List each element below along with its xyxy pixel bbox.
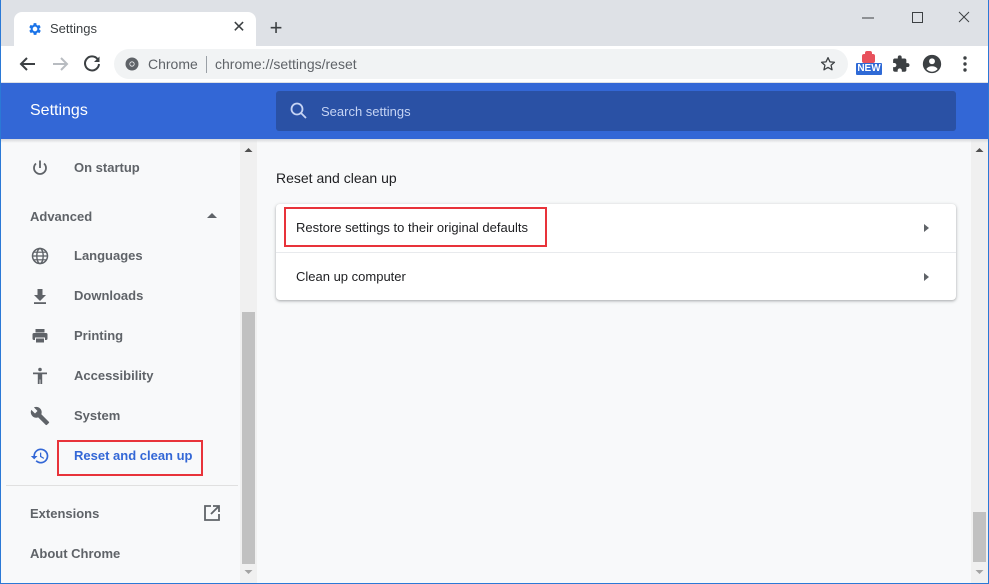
sidebar: On startup Advanced Languages Downloads … (1, 139, 240, 583)
row-label: Clean up computer (296, 269, 406, 284)
new-badge: NEW (856, 63, 882, 75)
restore-defaults-row[interactable]: Restore settings to their original defau… (276, 204, 956, 252)
main-scrollbar-thumb[interactable] (973, 512, 986, 562)
sidebar-item-languages[interactable]: Languages (1, 236, 240, 276)
main-scrollbar[interactable] (971, 139, 988, 583)
section-title: Reset and clean up (276, 170, 397, 186)
sidebar-item-label: Printing (74, 328, 124, 343)
chevron-up-icon[interactable] (205, 211, 219, 221)
sidebar-item-label: System (74, 408, 121, 423)
minimize-icon[interactable] (853, 6, 883, 30)
camera-icon (862, 51, 875, 63)
restore-icon (30, 448, 49, 464)
scroll-up-arrow-icon[interactable] (244, 145, 253, 155)
sidebar-scrollbar[interactable] (240, 139, 257, 583)
sidebar-scrollbar-thumb[interactable] (242, 312, 255, 564)
sidebar-item-label: Accessibility (74, 368, 154, 383)
search-box[interactable] (276, 91, 956, 131)
sidebar-item-printing[interactable]: Printing (1, 316, 240, 356)
arrow-right-icon (924, 273, 929, 281)
account-circle-icon[interactable] (921, 53, 943, 75)
chrome-icon (125, 57, 139, 71)
scroll-up-arrow-icon[interactable] (975, 145, 984, 155)
star-icon[interactable] (819, 55, 837, 73)
site-name: Chrome (148, 56, 198, 72)
page-title: Settings (30, 102, 88, 119)
search-icon (290, 102, 307, 119)
arrow-right-icon (924, 224, 929, 232)
arrow-right-icon[interactable] (48, 52, 72, 76)
tab-title: Settings (50, 21, 97, 36)
sidebar-item-accessibility[interactable]: Accessibility (1, 356, 240, 396)
puzzle-icon[interactable] (890, 53, 912, 75)
sidebar-item-label: On startup (74, 160, 140, 175)
sidebar-item-label: Reset and clean up (74, 448, 193, 463)
sidebar-item-about-chrome[interactable]: About Chrome (30, 546, 120, 561)
clean-up-computer-row[interactable]: Clean up computer (276, 252, 956, 300)
download-icon (34, 289, 46, 304)
sidebar-item-label: Languages (74, 248, 143, 263)
row-label: Restore settings to their original defau… (296, 220, 528, 235)
maximize-icon[interactable] (902, 6, 932, 30)
browser-toolbar: Chrome chrome://settings/reset NEW (1, 46, 988, 82)
scroll-down-arrow-icon[interactable] (975, 567, 984, 577)
arrow-left-icon[interactable] (16, 52, 40, 76)
reload-icon[interactable] (80, 52, 104, 76)
sidebar-item-extensions[interactable]: Extensions (30, 506, 99, 521)
printer-icon (32, 329, 48, 344)
scroll-down-arrow-icon[interactable] (244, 567, 253, 577)
omnibox-separator (206, 56, 207, 73)
sidebar-item-reset-and-clean-up[interactable]: Reset and clean up (1, 436, 240, 476)
wrench-icon (30, 406, 50, 426)
search-input[interactable] (321, 99, 921, 123)
power-icon (33, 160, 47, 175)
globe-icon (31, 247, 49, 265)
close-icon[interactable]: ✕ (229, 18, 249, 38)
more-vert-icon[interactable] (954, 53, 976, 75)
gear-icon (29, 23, 41, 35)
close-icon[interactable] (949, 6, 979, 30)
settings-content: On startup Advanced Languages Downloads … (1, 139, 988, 583)
sidebar-item-system[interactable]: System (1, 396, 240, 436)
settings-header: Settings (1, 83, 988, 139)
sidebar-item-label: Downloads (74, 288, 144, 303)
plus-icon[interactable]: + (264, 17, 288, 41)
reset-card: Restore settings to their original defau… (276, 204, 956, 300)
open-in-new-icon[interactable] (203, 504, 221, 522)
address-bar[interactable]: Chrome chrome://settings/reset (114, 49, 848, 79)
tab-settings[interactable]: Settings ✕ (14, 12, 256, 46)
advanced-section-label[interactable]: Advanced (30, 209, 92, 224)
sidebar-divider (6, 485, 238, 486)
browser-window: Settings ✕ + Chrome chrome://settings/re… (0, 0, 989, 584)
sidebar-item-downloads[interactable]: Downloads (1, 276, 240, 316)
accessibility-icon (33, 367, 47, 384)
tab-strip: Settings ✕ + (1, 0, 988, 46)
extension-new-button[interactable]: NEW (856, 51, 882, 78)
url-text[interactable]: chrome://settings/reset (215, 56, 357, 72)
sidebar-item-on-startup[interactable]: On startup (1, 148, 240, 188)
